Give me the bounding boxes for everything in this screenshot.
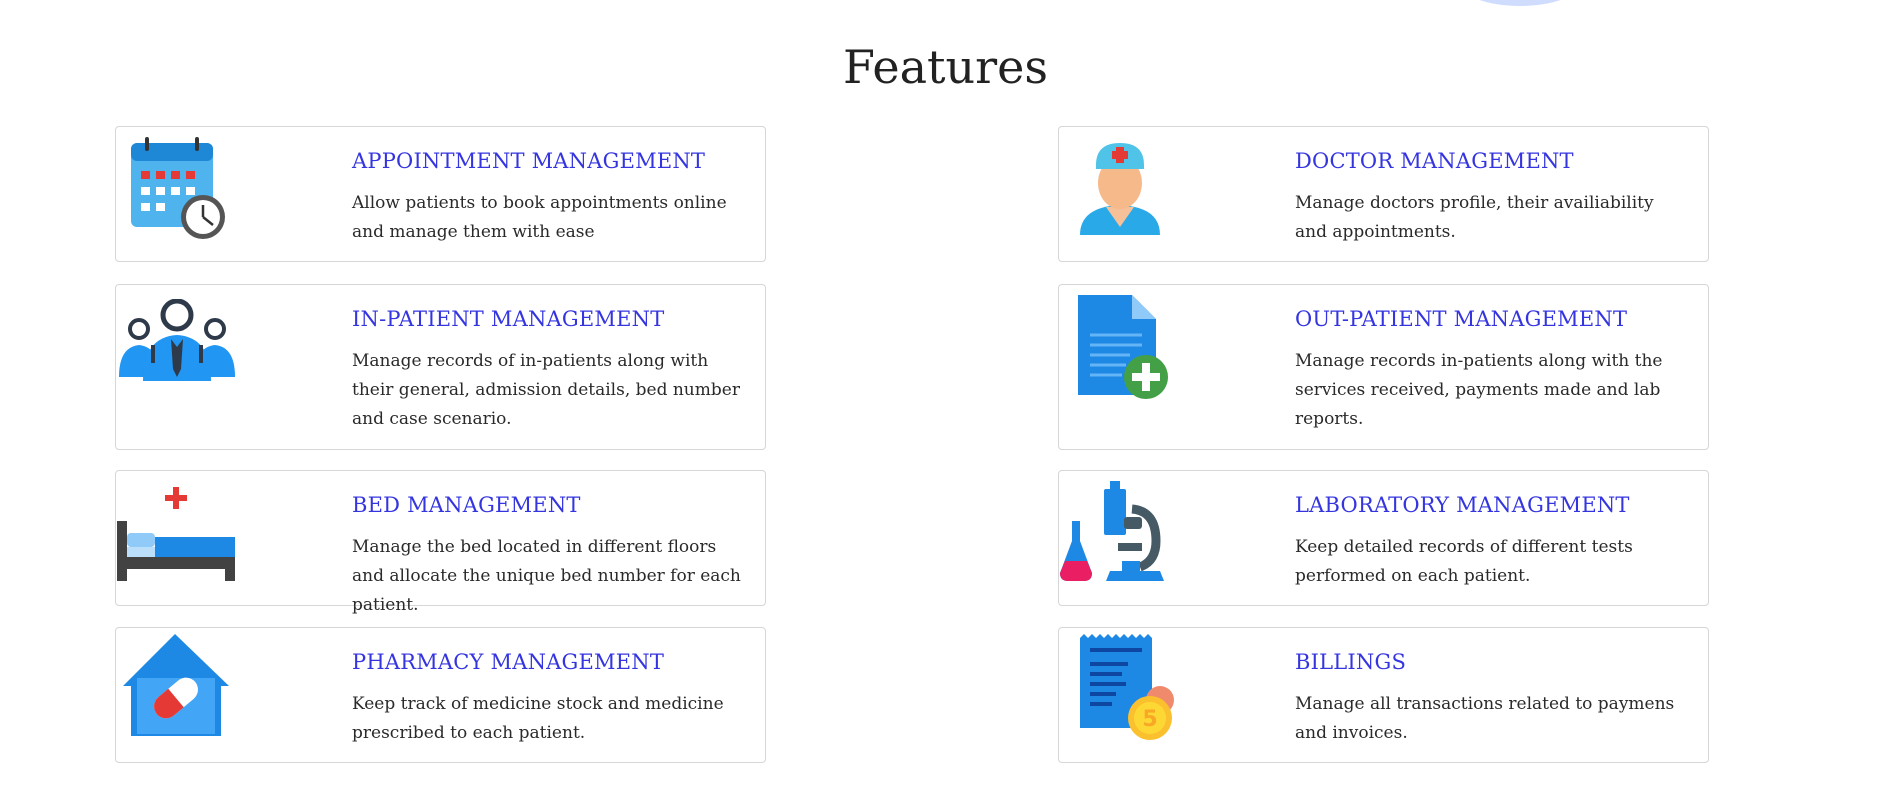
feature-heading: IN-PATIENT MANAGEMENT xyxy=(352,307,665,331)
feature-description: Manage all transactions related to payme… xyxy=(1295,694,1675,743)
feature-card-pharmacy: PHARMACY MANAGEMENT Keep track of medici… xyxy=(115,627,766,763)
feature-description: Allow patients to book appointments onli… xyxy=(352,193,727,242)
feature-description: Keep detailed records of different tests… xyxy=(1295,537,1633,586)
feature-heading: BILLINGS xyxy=(1295,650,1407,674)
feature-description: Manage records of in-patients along with… xyxy=(352,351,740,429)
feature-description: Keep track of medicine stock and medicin… xyxy=(352,694,724,743)
feature-card-out-patient: OUT-PATIENT MANAGEMENT Manage records in… xyxy=(1058,284,1709,450)
microscope-icon xyxy=(1060,481,1180,591)
feature-heading: PHARMACY MANAGEMENT xyxy=(352,650,665,674)
feature-heading: DOCTOR MANAGEMENT xyxy=(1295,149,1574,173)
decorative-blob xyxy=(1460,0,1580,6)
feature-heading: BED MANAGEMENT xyxy=(352,493,581,517)
feature-heading: OUT-PATIENT MANAGEMENT xyxy=(1295,307,1628,331)
people-group-icon xyxy=(117,299,237,409)
feature-description: Manage the bed located in different floo… xyxy=(352,537,741,615)
feature-description: Manage records in-patients along with th… xyxy=(1295,351,1663,429)
feature-card-in-patient: IN-PATIENT MANAGEMENT Manage records of … xyxy=(115,284,766,450)
feature-card-bed: BED MANAGEMENT Manage the bed located in… xyxy=(115,470,766,615)
page-title: Features xyxy=(843,40,1048,94)
bill-receipt-icon: 5 xyxy=(1060,634,1180,744)
svg-text:5: 5 xyxy=(1142,707,1157,732)
feature-card-doctor: DOCTOR MANAGEMENT Manage doctors profile… xyxy=(1058,126,1709,262)
feature-card-billings: 5 BILLINGS Manage all transactions relat… xyxy=(1058,627,1709,763)
hospital-bed-icon xyxy=(117,483,237,593)
feature-card-appointment: APPOINTMENT MANAGEMENT Allow patients to… xyxy=(115,126,766,262)
calendar-clock-icon xyxy=(117,135,237,245)
doctor-icon xyxy=(1060,135,1180,245)
pharmacy-pill-icon xyxy=(117,632,237,742)
feature-description: Manage doctors profile, their availiabil… xyxy=(1295,193,1654,242)
feature-card-laboratory: LABORATORY MANAGEMENT Keep detailed reco… xyxy=(1058,470,1709,606)
feature-heading: LABORATORY MANAGEMENT xyxy=(1295,493,1630,517)
medical-document-icon xyxy=(1060,291,1180,401)
feature-heading: APPOINTMENT MANAGEMENT xyxy=(352,149,706,173)
